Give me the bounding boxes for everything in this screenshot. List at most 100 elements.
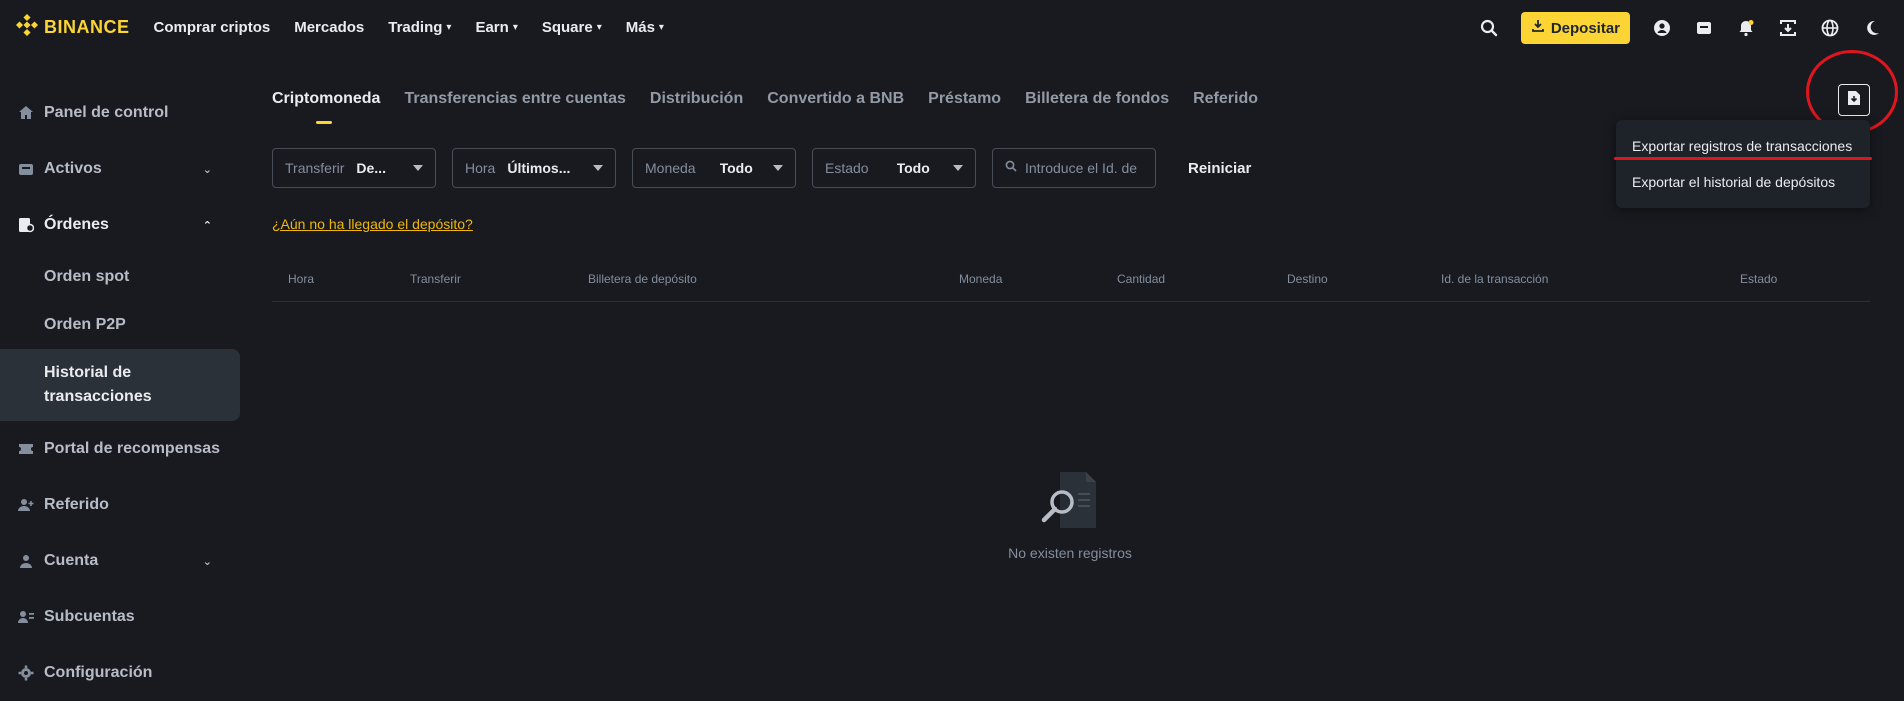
tab-label: Referido — [1193, 90, 1258, 107]
export-dropdown: Exportar registros de transacciones Expo… — [1616, 120, 1870, 208]
column-header: Destino — [1287, 272, 1328, 286]
tab-criptomoneda[interactable]: Criptomoneda — [272, 90, 380, 124]
column-header: Transferir — [410, 272, 461, 286]
no-records-icon — [1038, 472, 1102, 536]
tab-label: Criptomoneda — [272, 90, 381, 107]
caret-down-icon — [593, 165, 603, 171]
time-select[interactable]: Hora Últimos... — [452, 148, 616, 188]
transfer-select[interactable]: Transferir De... — [272, 148, 436, 188]
nav-label: Comprar criptos — [153, 18, 271, 36]
nav-comprar-criptos[interactable]: Comprar criptos — [154, 19, 271, 36]
search-icon — [1005, 159, 1017, 177]
deposit-label: Depositar — [1550, 19, 1620, 37]
ticket-icon — [18, 441, 34, 457]
sidebar-item-label: Referido — [44, 496, 109, 513]
nav-label: Trading — [388, 18, 443, 36]
sidebar: Panel de control Activos ⌄ Órdenes ⌃ Ord… — [0, 85, 240, 701]
sidebar-item-cuenta[interactable]: Cuenta ⌄ — [0, 533, 240, 589]
tab-label: Convertido a BNB — [767, 90, 905, 107]
nav-trading[interactable]: Trading ▾ — [388, 19, 451, 36]
nav-label: Earn — [475, 18, 509, 36]
nav-mas[interactable]: Más ▾ — [626, 19, 664, 36]
annotation-underline — [1614, 157, 1872, 160]
tab-prestamo[interactable]: Préstamo — [928, 90, 1001, 124]
reset-button[interactable]: Reiniciar — [1188, 160, 1251, 177]
history-tabs: Criptomoneda Transferencias entre cuenta… — [272, 90, 1258, 124]
tab-distribucion[interactable]: Distribución — [650, 90, 743, 124]
sidebar-item-label: Historial de transacciones — [44, 364, 152, 405]
orders-icon — [18, 217, 34, 233]
nav-label: Más — [625, 18, 655, 36]
tab-referido[interactable]: Referido — [1193, 90, 1258, 124]
user-plus-icon — [18, 497, 34, 513]
sidebar-item-label: Cuenta — [44, 552, 99, 569]
txid-search-input[interactable] — [1025, 160, 1145, 176]
search-icon[interactable] — [1479, 18, 1499, 38]
chevron-up-icon: ⌃ — [202, 219, 212, 232]
status-select[interactable]: Estado Todo — [812, 148, 976, 188]
filter-label: Estado — [825, 160, 869, 176]
sidebar-item-ordenes[interactable]: Órdenes ⌃ — [0, 197, 240, 253]
top-nav-bar: BINANCE Comprar criptos Mercados Trading… — [0, 0, 1904, 54]
deposit-button[interactable]: Depositar — [1520, 12, 1630, 44]
empty-state-label: No existen registros — [1008, 545, 1132, 561]
gear-icon — [18, 665, 34, 681]
txid-search — [992, 148, 1156, 188]
column-header: Estado — [1740, 272, 1778, 286]
currency-select[interactable]: Moneda Todo — [632, 148, 796, 188]
binance-logo-icon — [15, 13, 39, 41]
tab-label: Distribución — [649, 90, 744, 107]
tab-billetera-fondos[interactable]: Billetera de fondos — [1025, 90, 1169, 124]
wallet-icon[interactable] — [1694, 18, 1714, 38]
sidebar-item-activos[interactable]: Activos ⌄ — [0, 141, 240, 197]
nav-earn[interactable]: Earn ▾ — [475, 19, 517, 36]
sidebar-item-recompensas[interactable]: Portal de recompensas — [0, 421, 240, 477]
download-app-icon[interactable] — [1778, 18, 1798, 38]
home-icon — [18, 105, 34, 121]
chevron-down-icon: ▾ — [446, 21, 452, 33]
sidebar-item-referido[interactable]: Referido — [0, 477, 240, 533]
column-header: Billetera de depósito — [588, 272, 697, 286]
globe-icon[interactable] — [1820, 18, 1840, 38]
caret-down-icon — [413, 165, 423, 171]
tab-transferencias[interactable]: Transferencias entre cuentas — [404, 90, 625, 124]
sidebar-item-label: Portal de recompensas — [44, 440, 221, 457]
tab-label: Transferencias entre cuentas — [404, 90, 626, 107]
sidebar-item-label: Orden P2P — [44, 316, 126, 333]
column-header: Hora — [288, 272, 315, 286]
tab-convertido-bnb[interactable]: Convertido a BNB — [767, 90, 904, 124]
chevron-down-icon: ▾ — [596, 21, 602, 33]
column-header: Cantidad — [1117, 272, 1166, 286]
tab-label: Préstamo — [928, 90, 1002, 107]
column-header: Moneda — [959, 272, 1003, 286]
nav-square[interactable]: Square ▾ — [542, 19, 602, 36]
sidebar-item-label: Activos — [44, 160, 102, 177]
sidebar-item-panel[interactable]: Panel de control — [0, 85, 240, 141]
sidebar-item-label: Orden spot — [44, 268, 130, 285]
table-header: Hora Transferir Billetera de depósito Mo… — [272, 272, 1870, 302]
sidebar-item-orden-spot[interactable]: Orden spot — [0, 253, 240, 301]
nav-mercados[interactable]: Mercados — [294, 19, 364, 36]
user-icon[interactable] — [1652, 18, 1672, 38]
sidebar-item-orden-p2p[interactable]: Orden P2P — [0, 301, 240, 349]
subaccounts-icon — [18, 609, 34, 625]
sidebar-item-subcuentas[interactable]: Subcuentas — [0, 589, 240, 645]
caret-down-icon — [953, 165, 963, 171]
moon-icon[interactable] — [1862, 18, 1882, 38]
menu-item-export-deposits[interactable]: Exportar el historial de depósitos — [1616, 164, 1870, 200]
header-actions: Depositar — [1479, 12, 1882, 44]
deposit-not-arrived-link[interactable]: ¿Aún no ha llegado el depósito? — [272, 216, 473, 232]
brand-name: BINANCE — [44, 16, 130, 37]
filter-label: Transferir — [285, 160, 345, 176]
sidebar-item-configuracion[interactable]: Configuración — [0, 645, 240, 701]
nav-label: Square — [541, 18, 593, 36]
filters-bar: Transferir De... Hora Últimos... Moneda … — [272, 148, 1251, 188]
chevron-down-icon: ⌄ — [202, 163, 212, 176]
filter-value: Todo — [896, 160, 930, 176]
sidebar-item-historial[interactable]: Historial de transacciones — [0, 349, 240, 421]
filter-value: Últimos... — [507, 160, 571, 176]
chevron-down-icon: ▾ — [658, 21, 664, 33]
bell-icon[interactable] — [1736, 18, 1756, 38]
nav-label: Mercados — [294, 18, 365, 36]
binance-logo[interactable]: BINANCE — [15, 13, 130, 41]
